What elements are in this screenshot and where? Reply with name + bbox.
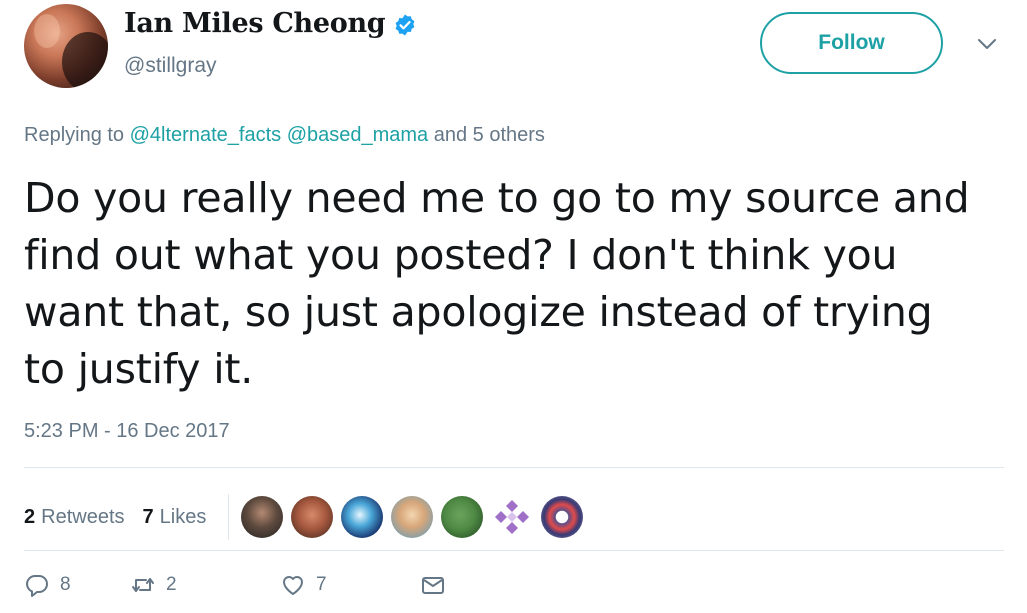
tweet-text: Do you really need me to go to my source…: [24, 174, 970, 393]
others-link[interactable]: and 5 others: [434, 124, 545, 146]
author-name-row: Ian Miles Cheong: [124, 8, 417, 39]
liker-avatar[interactable]: [541, 496, 584, 538]
likers-avatars: [241, 496, 584, 538]
heart-icon: [283, 576, 303, 595]
retweet-icon: [132, 578, 154, 592]
tweet-timestamp[interactable]: 5:23 PM - 16 Dec 2017: [24, 420, 230, 443]
reply-icon: [26, 575, 48, 597]
stats-separator: [228, 494, 230, 540]
like-count: 7: [316, 574, 327, 595]
like-button[interactable]: 7: [280, 572, 420, 598]
liker-avatar[interactable]: [341, 496, 384, 538]
envelope-icon: [422, 577, 444, 594]
liker-avatar[interactable]: [441, 496, 484, 538]
author-display-name[interactable]: Ian Miles Cheong: [124, 8, 386, 39]
follow-button[interactable]: Follow: [760, 12, 943, 74]
retweet-button[interactable]: 2: [130, 572, 280, 598]
tweet-stats: 2 Retweets 7 Likes: [24, 494, 584, 540]
replying-to-label: Replying to: [24, 124, 125, 146]
retweet-count: 2: [166, 574, 177, 595]
mention-link[interactable]: @based_mama: [287, 124, 428, 146]
tweet-card: Ian Miles Cheong @stillgray Follow Reply…: [0, 0, 1027, 613]
avatar-highlight: [34, 14, 60, 48]
default-pattern-icon: [495, 500, 530, 534]
retweets-stat[interactable]: 2 Retweets: [24, 506, 125, 529]
retweets-count: 2: [24, 505, 36, 528]
divider: [24, 550, 1004, 551]
reply-button[interactable]: 8: [24, 572, 130, 598]
chevron-down-icon[interactable]: [976, 36, 998, 52]
reply-count: 8: [60, 574, 71, 595]
author-handle[interactable]: @stillgray: [124, 54, 217, 78]
avatar-shadow: [62, 32, 108, 88]
liker-avatar[interactable]: [491, 496, 534, 538]
liker-avatar[interactable]: [391, 496, 434, 538]
liker-avatar[interactable]: [291, 496, 334, 538]
retweets-label: Retweets: [41, 505, 125, 528]
verified-badge-icon: [393, 13, 417, 37]
likes-stat[interactable]: 7 Likes: [143, 506, 207, 529]
likes-count: 7: [142, 505, 154, 528]
mention-link[interactable]: @4lternate_facts: [130, 124, 282, 146]
replying-to-line: Replying to @4lternate_facts @based_mama…: [24, 124, 545, 147]
avatar[interactable]: [24, 4, 108, 88]
tweet-actions: 8 2 7: [24, 572, 460, 598]
likes-label: Likes: [159, 505, 207, 528]
liker-avatar[interactable]: [241, 496, 284, 538]
direct-message-button[interactable]: [420, 572, 460, 598]
divider: [24, 467, 1004, 468]
